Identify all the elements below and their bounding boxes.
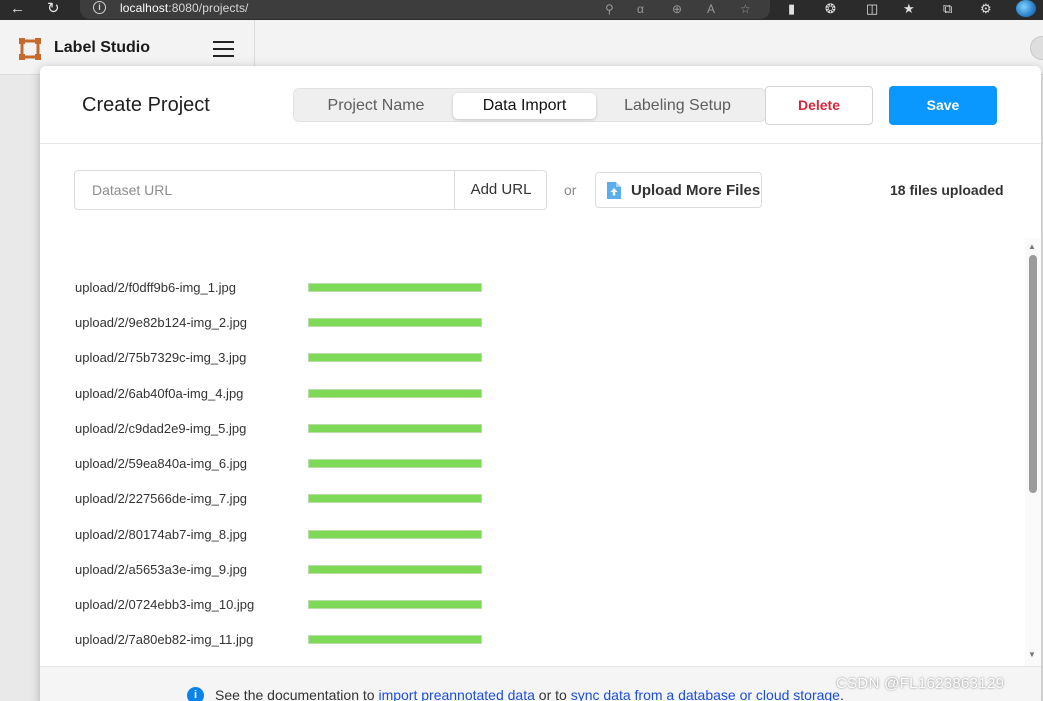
dataset-url-input[interactable] [75,171,454,209]
modal-header: Create Project Project Name Data Import … [40,66,1041,144]
delete-button[interactable]: Delete [765,86,873,125]
list-item: upload/2/0724ebb3-img_10.jpg [40,583,1025,618]
scroll-down-arrow-icon[interactable]: ▼ [1028,650,1036,659]
upload-more-files-button[interactable]: Upload More Files [595,172,762,208]
scrollbar-thumb[interactable] [1029,255,1037,493]
zoom-icon[interactable]: ⊕ [672,1,682,17]
upload-progress-fill [309,531,481,538]
create-project-modal: Create Project Project Name Data Import … [40,66,1041,701]
upload-progress-fill [309,566,481,573]
upload-progress-fill [309,354,481,361]
user-menu-button[interactable] [1030,36,1043,60]
favorite-star-icon[interactable]: ☆ [740,1,751,17]
upload-file-icon [607,182,621,199]
upload-progress-fill [309,425,481,432]
list-item: upload/2/9e82b124-img_2.jpg [40,301,1025,336]
file-name: upload/2/75b7329c-img_3.jpg [75,350,247,365]
upload-progress-fill [309,460,481,467]
profile-avatar[interactable] [1016,0,1036,17]
file-name: upload/2/c9dad2e9-img_5.jpg [75,421,247,436]
info-circle-icon: i [187,687,204,701]
upload-progress-bar [308,389,482,398]
list-item: upload/2/f0dff9b6-img_1.jpg [40,266,1025,301]
uploaded-files-list: upload/2/f0dff9b6-img_1.jpg upload/2/9e8… [40,266,1025,666]
list-item: upload/2/75b7329c-img_3.jpg [40,336,1025,371]
file-name: upload/2/9e82b124-img_2.jpg [75,315,248,330]
key-icon[interactable]: ⚲ [605,1,614,17]
browser-toolbar: ← ↻ i localhost:8080/projects/ ⚲ α ⊕ A ☆… [0,0,1043,20]
upload-progress-bar [308,494,482,503]
documentation-note: See the documentation to import preannot… [215,687,844,701]
reload-icon[interactable]: ↻ [47,0,60,18]
collections-icon[interactable]: ⧉ [943,1,952,17]
file-name: upload/2/7a80eb82-img_11.jpg [75,632,254,647]
extensions-icon[interactable]: ❂ [825,1,836,17]
list-item: upload/2/227566de-img_7.jpg [40,477,1025,512]
list-item: upload/2/7a80eb82-img_11.jpg [40,618,1025,653]
upload-progress-bar [308,600,482,609]
upload-progress-bar [308,318,482,327]
list-item: upload/2/a5653a3e-img_9.jpg [40,548,1025,583]
upload-progress-bar [308,459,482,468]
file-name: upload/2/80174ab7-img_8.jpg [75,527,248,542]
back-arrow-icon[interactable]: ← [10,0,25,18]
upload-progress-fill [309,601,481,608]
upload-progress-fill [309,495,481,502]
scroll-up-arrow-icon[interactable]: ▲ [1028,242,1036,251]
dataset-url-group: Add URL [74,170,547,210]
modal-title: Create Project [82,94,210,116]
file-name: upload/2/6ab40f0a-img_4.jpg [75,386,244,401]
footer-prefix: See the documentation to [215,687,379,701]
footer-middle: or to [534,687,571,701]
add-url-button[interactable]: Add URL [454,171,547,209]
translate-icon[interactable]: α [637,1,644,17]
watermark: CSDN @FL1623863129 [836,675,1005,692]
upload-progress-fill [309,390,481,397]
upload-progress-bar [308,353,482,362]
or-separator: or [564,182,577,198]
favorites-icon[interactable]: ★ [903,1,915,17]
file-name: upload/2/59ea840a-img_6.jpg [75,456,248,471]
info-icon[interactable]: i [93,1,106,14]
file-name: upload/2/a5653a3e-img_9.jpg [75,562,248,577]
files-uploaded-count: 18 files uploaded [890,182,1004,198]
upload-progress-fill [309,284,481,291]
upload-progress-bar [308,283,482,292]
list-item: upload/2/59ea840a-img_6.jpg [40,442,1025,477]
url-host: localhost [120,1,169,15]
list-item: upload/2/80174ab7-img_8.jpg [40,513,1025,548]
upload-more-files-label: Upload More Files [631,182,761,199]
tab-project-name[interactable]: Project Name [301,93,451,119]
url-text: localhost:8080/projects/ [120,1,248,15]
address-bar[interactable]: i localhost:8080/projects/ ⚲ α ⊕ A ☆ [80,0,770,19]
upload-progress-bar [308,565,482,574]
file-name: upload/2/0724ebb3-img_10.jpg [75,597,255,612]
upload-progress-bar [308,530,482,539]
upload-progress-bar [308,424,482,433]
sync-data-link[interactable]: sync data from a database or cloud stora… [571,687,840,701]
split-screen-icon[interactable]: ◫ [866,1,878,17]
tab-data-import[interactable]: Data Import [453,93,596,119]
reading-mode-icon[interactable]: ▮ [788,1,795,17]
upload-progress-bar [308,635,482,644]
app-name[interactable]: Label Studio [54,39,150,57]
save-button[interactable]: Save [889,86,997,125]
list-item: upload/2/c9dad2e9-img_5.jpg [40,407,1025,442]
tab-labeling-setup[interactable]: Labeling Setup [600,93,755,119]
file-name: upload/2/227566de-img_7.jpg [75,491,248,506]
feedback-icon[interactable]: ⚙ [980,1,992,17]
hamburger-menu-icon[interactable] [213,41,234,57]
file-name: upload/2/f0dff9b6-img_1.jpg [75,280,236,295]
label-studio-logo-icon [19,38,41,60]
upload-progress-fill [309,319,481,326]
list-item: upload/2/6ab40f0a-img_4.jpg [40,372,1025,407]
upload-progress-fill [309,636,481,643]
url-path: :8080/projects/ [168,1,249,15]
read-aloud-icon[interactable]: A [707,1,715,17]
import-preannotated-link[interactable]: import preannotated data [378,687,534,701]
wizard-tabs: Project Name Data Import Labeling Setup [293,88,766,122]
